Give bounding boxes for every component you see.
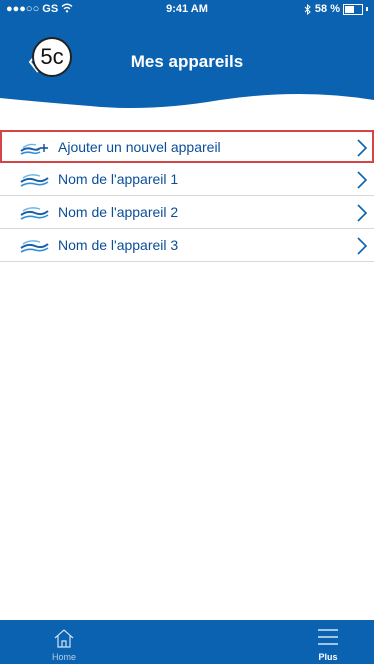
tab-more[interactable]: Plus bbox=[298, 620, 358, 664]
device-row-2[interactable]: Nom de l'appareil 2 bbox=[0, 196, 374, 229]
battery-status: 58 % bbox=[304, 3, 368, 15]
bluetooth-icon bbox=[304, 3, 311, 15]
device-list: Ajouter un nouvel appareil Nom de l'appa… bbox=[0, 130, 374, 262]
device-wave-icon bbox=[20, 240, 49, 253]
device-wave-icon bbox=[20, 207, 49, 220]
add-device-row[interactable]: Ajouter un nouvel appareil bbox=[0, 130, 374, 163]
add-device-icon bbox=[20, 143, 48, 155]
chevron-right-icon bbox=[357, 139, 368, 157]
status-bar: ●●●○○ GS 9:41 AM 58 % bbox=[0, 0, 374, 20]
header: ●●●○○ GS 9:41 AM 58 % 5c Mes appareils bbox=[0, 0, 374, 118]
tab-more-label: Plus bbox=[318, 652, 338, 662]
menu-icon bbox=[318, 629, 338, 645]
device-label: Nom de l'appareil 2 bbox=[58, 204, 179, 220]
device-label: Nom de l'appareil 1 bbox=[58, 171, 179, 187]
tab-home-label: Home bbox=[51, 652, 76, 662]
chevron-right-icon bbox=[357, 171, 368, 189]
tab-home[interactable]: Home bbox=[34, 620, 94, 664]
device-row-1[interactable]: Nom de l'appareil 1 bbox=[0, 163, 374, 196]
chevron-right-icon bbox=[357, 204, 368, 222]
add-device-label: Ajouter un nouvel appareil bbox=[58, 138, 221, 155]
chevron-right-icon bbox=[357, 237, 368, 255]
home-icon bbox=[54, 629, 74, 648]
device-row-3[interactable]: Nom de l'appareil 3 bbox=[0, 229, 374, 262]
battery-icon bbox=[343, 3, 363, 15]
device-label: Nom de l'appareil 3 bbox=[58, 237, 179, 253]
tab-bar: Home Plus bbox=[0, 620, 374, 664]
battery-percent: 58 % bbox=[314, 3, 340, 15]
page-title: Mes appareils bbox=[130, 52, 244, 71]
device-wave-icon bbox=[20, 174, 49, 187]
